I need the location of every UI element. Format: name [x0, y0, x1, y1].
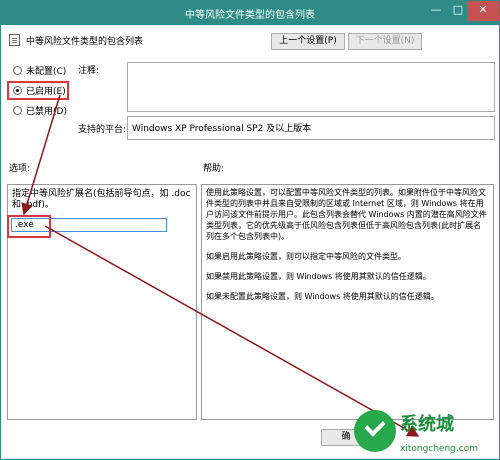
annotation-arrows: [21, 94, 420, 437]
arrow-to-enable-option: [21, 94, 61, 216]
arrow-to-ok-button: [44, 225, 420, 437]
watermark-logo: 系统城 xitongcheng.com: [354, 410, 500, 460]
check-logo-icon: [354, 410, 396, 452]
watermark-brand: 系统城: [400, 414, 454, 435]
watermark-url: xitongcheng.com: [400, 444, 478, 454]
